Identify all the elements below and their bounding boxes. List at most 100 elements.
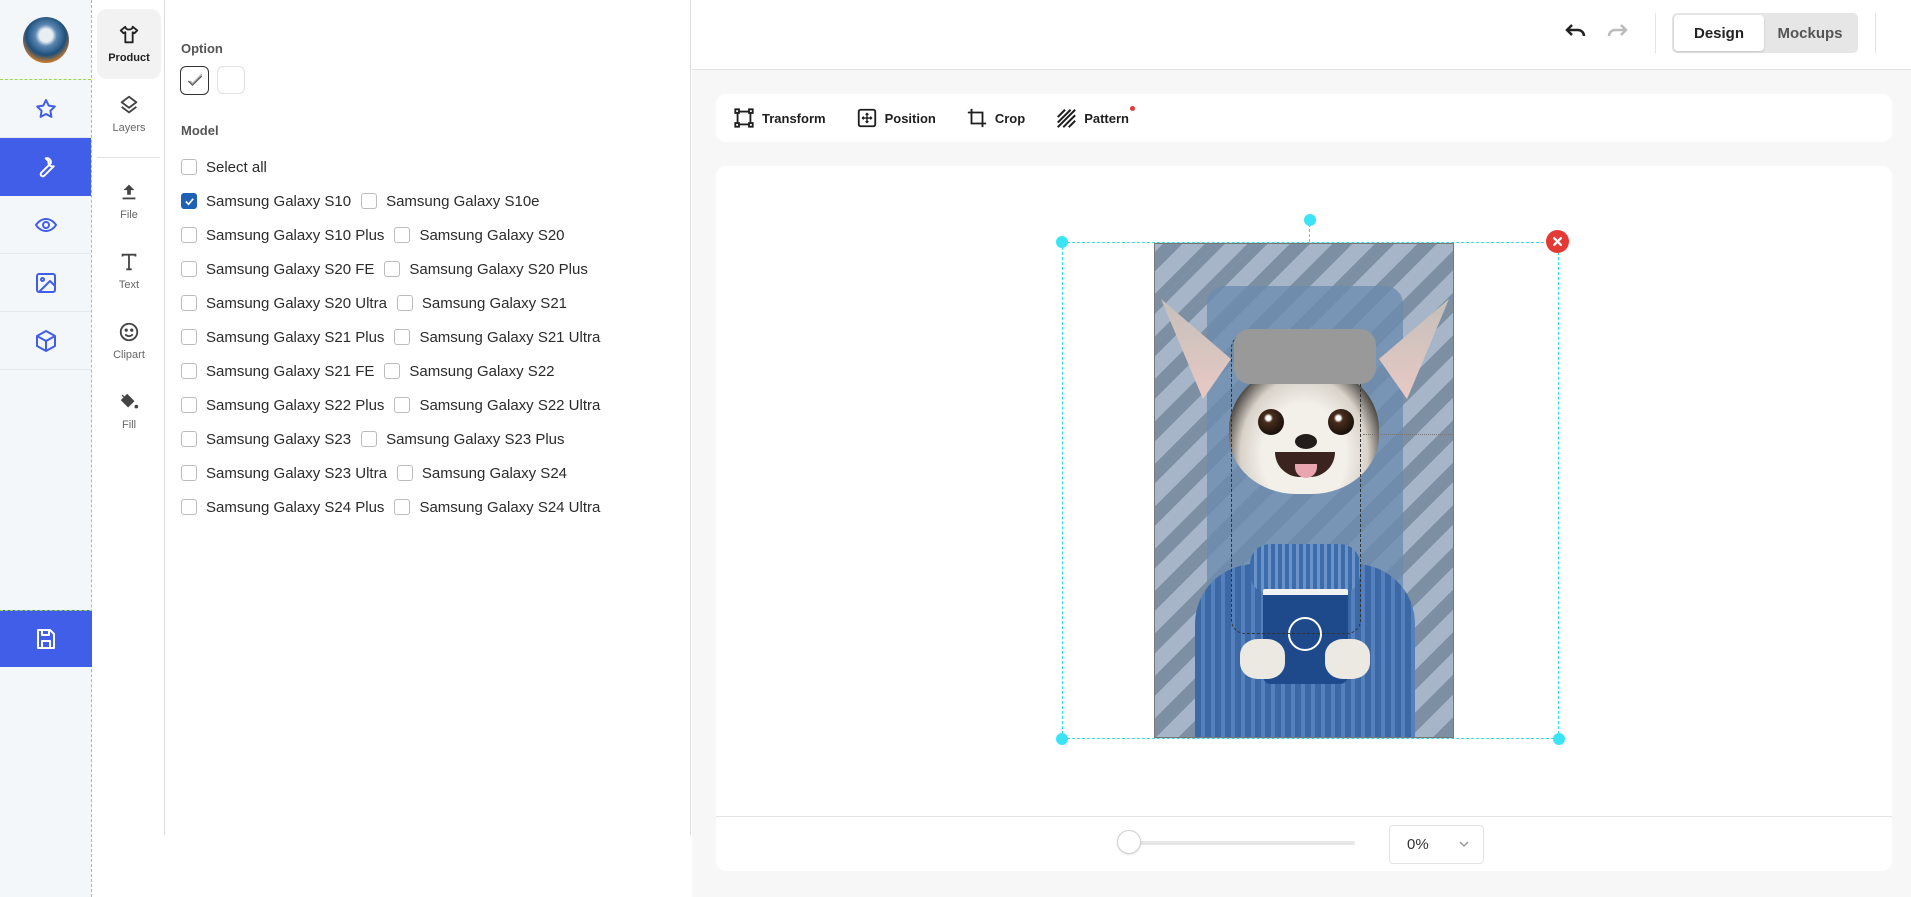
checkbox-box[interactable]: [361, 193, 378, 209]
checkbox-box[interactable]: [394, 397, 411, 413]
tab-design[interactable]: Design: [1674, 15, 1764, 51]
checkbox-box[interactable]: [181, 397, 197, 413]
design-stage[interactable]: [716, 166, 1892, 816]
model-checkbox[interactable]: Samsung Galaxy S20 Plus: [384, 261, 588, 278]
model-checkbox[interactable]: Samsung Galaxy S10e: [361, 192, 540, 210]
checkbox-box[interactable]: [396, 465, 413, 481]
model-row: Samsung Galaxy S21 Plus Samsung Galaxy S2…: [181, 320, 680, 354]
model-row: Samsung Galaxy S21 FE Samsung Galaxy S22: [181, 354, 680, 388]
model-checkbox[interactable]: Samsung Galaxy S21 Plus: [181, 329, 384, 346]
pattern-button[interactable]: Pattern: [1055, 106, 1135, 129]
undo-icon[interactable]: [1562, 22, 1588, 44]
resize-handle-top-left[interactable]: [1056, 236, 1068, 248]
rail-item-file[interactable]: File: [97, 166, 161, 236]
tab-mockups[interactable]: Mockups: [1764, 15, 1856, 51]
model-row: Samsung Galaxy S22 Plus Samsung Galaxy S2…: [181, 388, 680, 422]
nav-item-tools[interactable]: [0, 138, 91, 196]
select-all-checkbox[interactable]: Select all: [181, 159, 267, 176]
model-checkbox[interactable]: Samsung Galaxy S21 FE: [181, 363, 374, 380]
checkbox-box[interactable]: [394, 329, 411, 345]
checkbox-box[interactable]: [181, 465, 197, 481]
zoom-select[interactable]: 0%: [1389, 825, 1484, 864]
tool-label: Position: [884, 110, 936, 126]
zoom-slider-thumb[interactable]: [1117, 830, 1141, 854]
product-options-panel: Option Model Select all Samsung Galaxy S…: [166, 0, 691, 835]
model-label: Samsung Galaxy S21 Plus: [206, 328, 385, 346]
delete-element-button[interactable]: [1546, 230, 1569, 253]
model-checkbox[interactable]: Samsung Galaxy S22 Plus: [181, 397, 384, 414]
model-checkbox[interactable]: Samsung Galaxy S23 Plus: [361, 431, 565, 448]
model-label: Samsung Galaxy S20 Ultra: [206, 294, 387, 312]
model-checkbox[interactable]: Samsung Galaxy S20: [394, 227, 565, 244]
nav-item-preview[interactable]: [0, 196, 91, 254]
option-swatches: [180, 66, 245, 95]
checkbox-box[interactable]: [394, 227, 411, 243]
selection-box[interactable]: [1062, 242, 1559, 739]
checkbox-box[interactable]: [181, 227, 197, 243]
checkbox-box[interactable]: [181, 499, 197, 515]
avatar[interactable]: [22, 16, 69, 63]
model-checkbox[interactable]: Samsung Galaxy S21: [396, 295, 567, 312]
checkbox-box[interactable]: [396, 295, 413, 311]
model-label: Samsung Galaxy S20 FE: [206, 260, 375, 278]
rail-item-clipart[interactable]: Clipart: [97, 306, 161, 376]
model-checkbox[interactable]: Samsung Galaxy S22: [384, 363, 555, 380]
tool-label: Crop: [994, 110, 1026, 126]
avatar-container: [0, 0, 91, 80]
rail-item-fill[interactable]: Fill: [97, 376, 161, 446]
checkbox-box[interactable]: [181, 261, 197, 277]
checkbox-box[interactable]: [394, 499, 411, 515]
checkbox-box[interactable]: [384, 363, 401, 379]
checkbox-box[interactable]: [384, 261, 401, 277]
checkbox-box[interactable]: [181, 159, 197, 175]
model-label: Samsung Galaxy S10e: [386, 192, 540, 210]
model-checkbox[interactable]: Samsung Galaxy S23: [181, 431, 351, 448]
checkbox-box[interactable]: [181, 295, 197, 311]
model-checkbox[interactable]: Samsung Galaxy S21 Ultra: [394, 329, 600, 346]
model-checkbox[interactable]: Samsung Galaxy S10: [181, 193, 351, 210]
tshirt-icon: [119, 25, 139, 44]
model-checkbox[interactable]: Samsung Galaxy S20 Ultra: [181, 295, 387, 312]
check-icon: [184, 197, 194, 205]
rail-item-text[interactable]: Text: [97, 236, 161, 306]
model-checkbox[interactable]: Samsung Galaxy S10 Plus: [181, 227, 384, 244]
zoom-controls: 0%: [716, 816, 1892, 871]
model-label: Samsung Galaxy S24: [421, 464, 567, 482]
rotate-handle[interactable]: [1304, 214, 1316, 226]
design-toolbar: Transform Position Crop Pattern: [716, 94, 1892, 142]
resize-handle-bottom-left[interactable]: [1056, 733, 1068, 745]
nav-item-3d[interactable]: [0, 312, 91, 370]
model-label: Samsung Galaxy S23: [206, 430, 352, 448]
option-swatch-white[interactable]: [217, 66, 245, 94]
transform-button[interactable]: Transform: [733, 107, 826, 129]
checkbox-box[interactable]: [181, 431, 197, 447]
model-checkbox[interactable]: Samsung Galaxy S24: [396, 464, 567, 482]
eye-icon: [34, 217, 57, 232]
select-all-label: Select all: [206, 158, 267, 176]
model-checkbox[interactable]: Samsung Galaxy S24 Plus: [181, 499, 384, 516]
model-checkbox[interactable]: Samsung Galaxy S24 Ultra: [394, 499, 600, 516]
main-nav: [0, 0, 92, 897]
rail-item-product[interactable]: Product: [97, 9, 161, 79]
rail-item-layers[interactable]: Layers: [97, 79, 161, 149]
crop-button[interactable]: Crop: [966, 107, 1025, 129]
checkbox-box[interactable]: [181, 363, 197, 379]
nav-item-images[interactable]: [0, 254, 91, 312]
resize-handle-bottom-right[interactable]: [1553, 733, 1565, 745]
model-row: Samsung Galaxy S10 Samsung Galaxy S10e: [181, 184, 680, 218]
star-icon: [35, 98, 56, 118]
nav-item-favorites[interactable]: [0, 80, 91, 138]
model-checkbox[interactable]: Samsung Galaxy S23 Ultra: [181, 465, 387, 482]
model-checkbox[interactable]: Samsung Galaxy S20 FE: [181, 261, 374, 278]
tool-rail: Product Layers File Text Clipart Fill: [93, 0, 165, 835]
save-button[interactable]: [0, 610, 92, 667]
checkbox-box[interactable]: [361, 431, 378, 447]
option-swatch-glossy[interactable]: [180, 66, 209, 95]
model-checkbox[interactable]: Samsung Galaxy S22 Ultra: [394, 397, 600, 414]
checkbox-box[interactable]: [181, 329, 197, 345]
redo-icon[interactable]: [1605, 22, 1631, 44]
zoom-slider[interactable]: [1117, 830, 1355, 854]
position-button[interactable]: Position: [856, 107, 936, 129]
checkbox-box[interactable]: [181, 193, 197, 209]
check-icon: [187, 73, 202, 86]
